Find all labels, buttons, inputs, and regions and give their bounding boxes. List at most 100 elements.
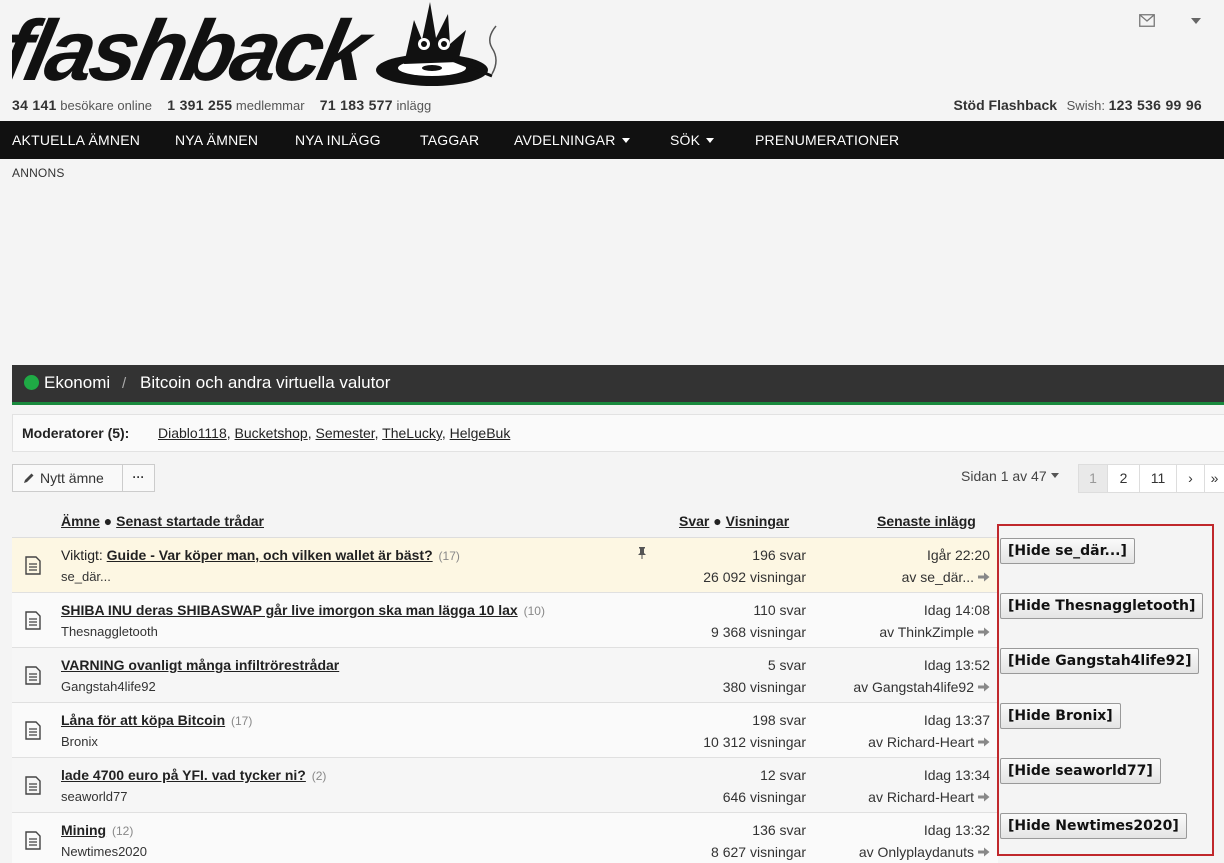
moderator-link[interactable]: TheLucky: [382, 425, 442, 441]
last-post-by[interactable]: av Richard-Heart: [868, 734, 990, 750]
sort-by-topic[interactable]: Ämne: [61, 513, 100, 529]
table-row: Viktigt: Guide - Var köper man, och vilk…: [12, 538, 998, 593]
breadcrumb-ekonomi[interactable]: Ekonomi: [44, 373, 110, 393]
arrow-right-icon[interactable]: [978, 847, 990, 857]
support-title[interactable]: Stöd Flashback: [954, 97, 1057, 113]
reply-count: 136 svar: [752, 822, 806, 838]
thread-title-link[interactable]: Guide - Var köper man, och vilken wallet…: [107, 547, 433, 563]
swish-number: 123 536 99 96: [1108, 97, 1202, 113]
sort-by-latest-started[interactable]: Senast startade trådar: [116, 513, 264, 529]
new-topic-button[interactable]: Nytt ämne: [12, 464, 123, 492]
nav-avdelningar[interactable]: AVDELNINGAR: [514, 121, 630, 159]
thread-author[interactable]: Newtimes2020: [61, 844, 147, 859]
view-count: 26 092 visningar: [703, 569, 806, 585]
page-2-button[interactable]: 2: [1107, 464, 1140, 493]
document-icon: [25, 776, 41, 795]
thread-title-link[interactable]: lade 4700 euro på YFI. vad tycker ni?: [61, 767, 306, 783]
reply-count: 12 svar: [760, 767, 806, 783]
table-row: Mining (12) Newtimes2020 136 svar 8 627 …: [12, 813, 998, 863]
last-post-time: Idag 13:37: [923, 712, 990, 728]
forum-status-icon: [24, 375, 39, 390]
hide-user-button[interactable]: [Hide Thesnaggletooth]: [1000, 593, 1204, 619]
hide-user-button[interactable]: [Hide Gangstah4life92]: [1000, 648, 1200, 674]
nav-sok[interactable]: SÖK: [670, 121, 715, 159]
posts-label: inlägg: [396, 98, 432, 113]
hide-user-button[interactable]: [Hide se_där...]: [1000, 538, 1135, 564]
sort-by-replies[interactable]: Svar: [679, 513, 709, 529]
thread-title-link[interactable]: VARNING ovanligt många infiltrörestrådar: [61, 657, 339, 673]
hide-user-button[interactable]: [Hide seaworld77]: [1000, 758, 1161, 784]
thread-page-count[interactable]: (17): [439, 549, 460, 563]
sort-by-views[interactable]: Visningar: [726, 513, 790, 529]
table-row: lade 4700 euro på YFI. vad tycker ni? (2…: [12, 758, 998, 813]
arrow-right-icon[interactable]: [978, 792, 990, 802]
nav-nya-amnen[interactable]: NYA ÄMNEN: [175, 121, 258, 159]
nav-nya-inlagg[interactable]: NYA INLÄGG: [295, 121, 381, 159]
thread-author[interactable]: Gangstah4life92: [61, 679, 156, 694]
moderators-label: Moderatorer (5):: [22, 425, 130, 441]
document-icon: [25, 611, 41, 630]
breadcrumb-separator: /: [122, 375, 127, 392]
page-11-button[interactable]: 11: [1139, 464, 1177, 493]
thread-title-link[interactable]: Mining: [61, 822, 106, 838]
last-post-by[interactable]: av se_där...: [902, 569, 990, 585]
breadcrumb-current-forum[interactable]: Bitcoin och andra virtuella valutor: [140, 373, 390, 393]
moderator-link[interactable]: HelgeBuk: [450, 425, 511, 441]
support-info[interactable]: Stöd Flashback Swish: 123 536 99 96: [954, 97, 1202, 113]
hide-buttons-highlight: [997, 524, 1214, 856]
thread-page-count[interactable]: (17): [231, 714, 252, 728]
last-post-time: Idag 14:08: [923, 602, 990, 618]
reply-count: 5 svar: [767, 657, 806, 673]
last-post-by[interactable]: av ThinkZimple: [879, 624, 990, 640]
table-row: SHIBA INU deras SHIBASWAP går live imorg…: [12, 593, 998, 648]
sticky-prefix: Viktigt:: [61, 547, 103, 563]
hide-user-button[interactable]: [Hide Bronix]: [1000, 703, 1121, 729]
moderator-link[interactable]: Diablo1118: [158, 425, 227, 441]
thread-author[interactable]: Bronix: [61, 734, 98, 749]
arrow-right-icon[interactable]: [978, 682, 990, 692]
last-post-time: Idag 13:32: [923, 822, 990, 838]
last-post-by[interactable]: av Richard-Heart: [868, 789, 990, 805]
table-row: VARNING ovanligt många infiltrörestrådar…: [12, 648, 998, 703]
account-dropdown-icon[interactable]: [1191, 18, 1201, 24]
thread-author[interactable]: Thesnaggletooth: [61, 624, 158, 639]
next-page-button[interactable]: ›: [1176, 464, 1205, 493]
page-info-label: Sidan 1 av 47: [961, 468, 1047, 484]
nav-aktuella-amnen[interactable]: AKTUELLA ÄMNEN: [12, 121, 140, 159]
thread-title-link[interactable]: SHIBA INU deras SHIBASWAP går live imorg…: [61, 602, 518, 618]
more-options-button[interactable]: ···: [123, 464, 155, 492]
nav-taggar[interactable]: TAGGAR: [420, 121, 479, 159]
arrow-right-icon[interactable]: [978, 572, 990, 582]
ad-label: ANNONS: [12, 166, 65, 180]
visitors-count: 34 141: [12, 97, 57, 113]
page-1-button[interactable]: 1: [1078, 464, 1108, 493]
thread-page-count[interactable]: (10): [524, 604, 545, 618]
arrow-right-icon[interactable]: [978, 627, 990, 637]
moderator-link[interactable]: Bucketshop: [235, 425, 308, 441]
chevron-down-icon: [1050, 472, 1059, 478]
view-count: 10 312 visningar: [703, 734, 806, 750]
thread-title-link[interactable]: Låna för att köpa Bitcoin: [61, 712, 225, 728]
moderators-bar: Moderatorer (5): Diablo1118, Bucketshop,…: [12, 414, 1224, 452]
thread-author[interactable]: se_där...: [61, 569, 111, 584]
page-info-dropdown[interactable]: Sidan 1 av 47: [961, 468, 1059, 484]
site-header: flashback 34 141 besökare online 1 391 2…: [0, 0, 1224, 121]
arrow-right-icon[interactable]: [978, 737, 990, 747]
flashback-logo[interactable]: flashback: [12, 0, 502, 96]
last-page-button[interactable]: »: [1204, 464, 1224, 493]
members-label: medlemmar: [235, 98, 305, 113]
thread-author[interactable]: seaworld77: [61, 789, 128, 804]
mail-icon[interactable]: [1139, 14, 1155, 27]
last-post-by[interactable]: av Gangstah4life92: [853, 679, 990, 695]
last-post-by[interactable]: av Onlyplaydanuts: [859, 844, 990, 860]
moderator-link[interactable]: Semester: [316, 425, 375, 441]
table-header-topic: Ämne ● Senast startade trådar: [61, 513, 264, 529]
chevron-down-icon: [706, 137, 715, 143]
sort-by-last-post[interactable]: Senaste inlägg: [877, 513, 976, 529]
thread-page-count[interactable]: (12): [112, 824, 133, 838]
hide-user-button[interactable]: [Hide Newtimes2020]: [1000, 813, 1187, 839]
last-post-time: Igår 22:20: [926, 547, 990, 563]
nav-prenumerationer[interactable]: PRENUMERATIONER: [755, 121, 899, 159]
chevron-down-icon: [621, 137, 630, 143]
thread-page-count[interactable]: (2): [312, 769, 327, 783]
